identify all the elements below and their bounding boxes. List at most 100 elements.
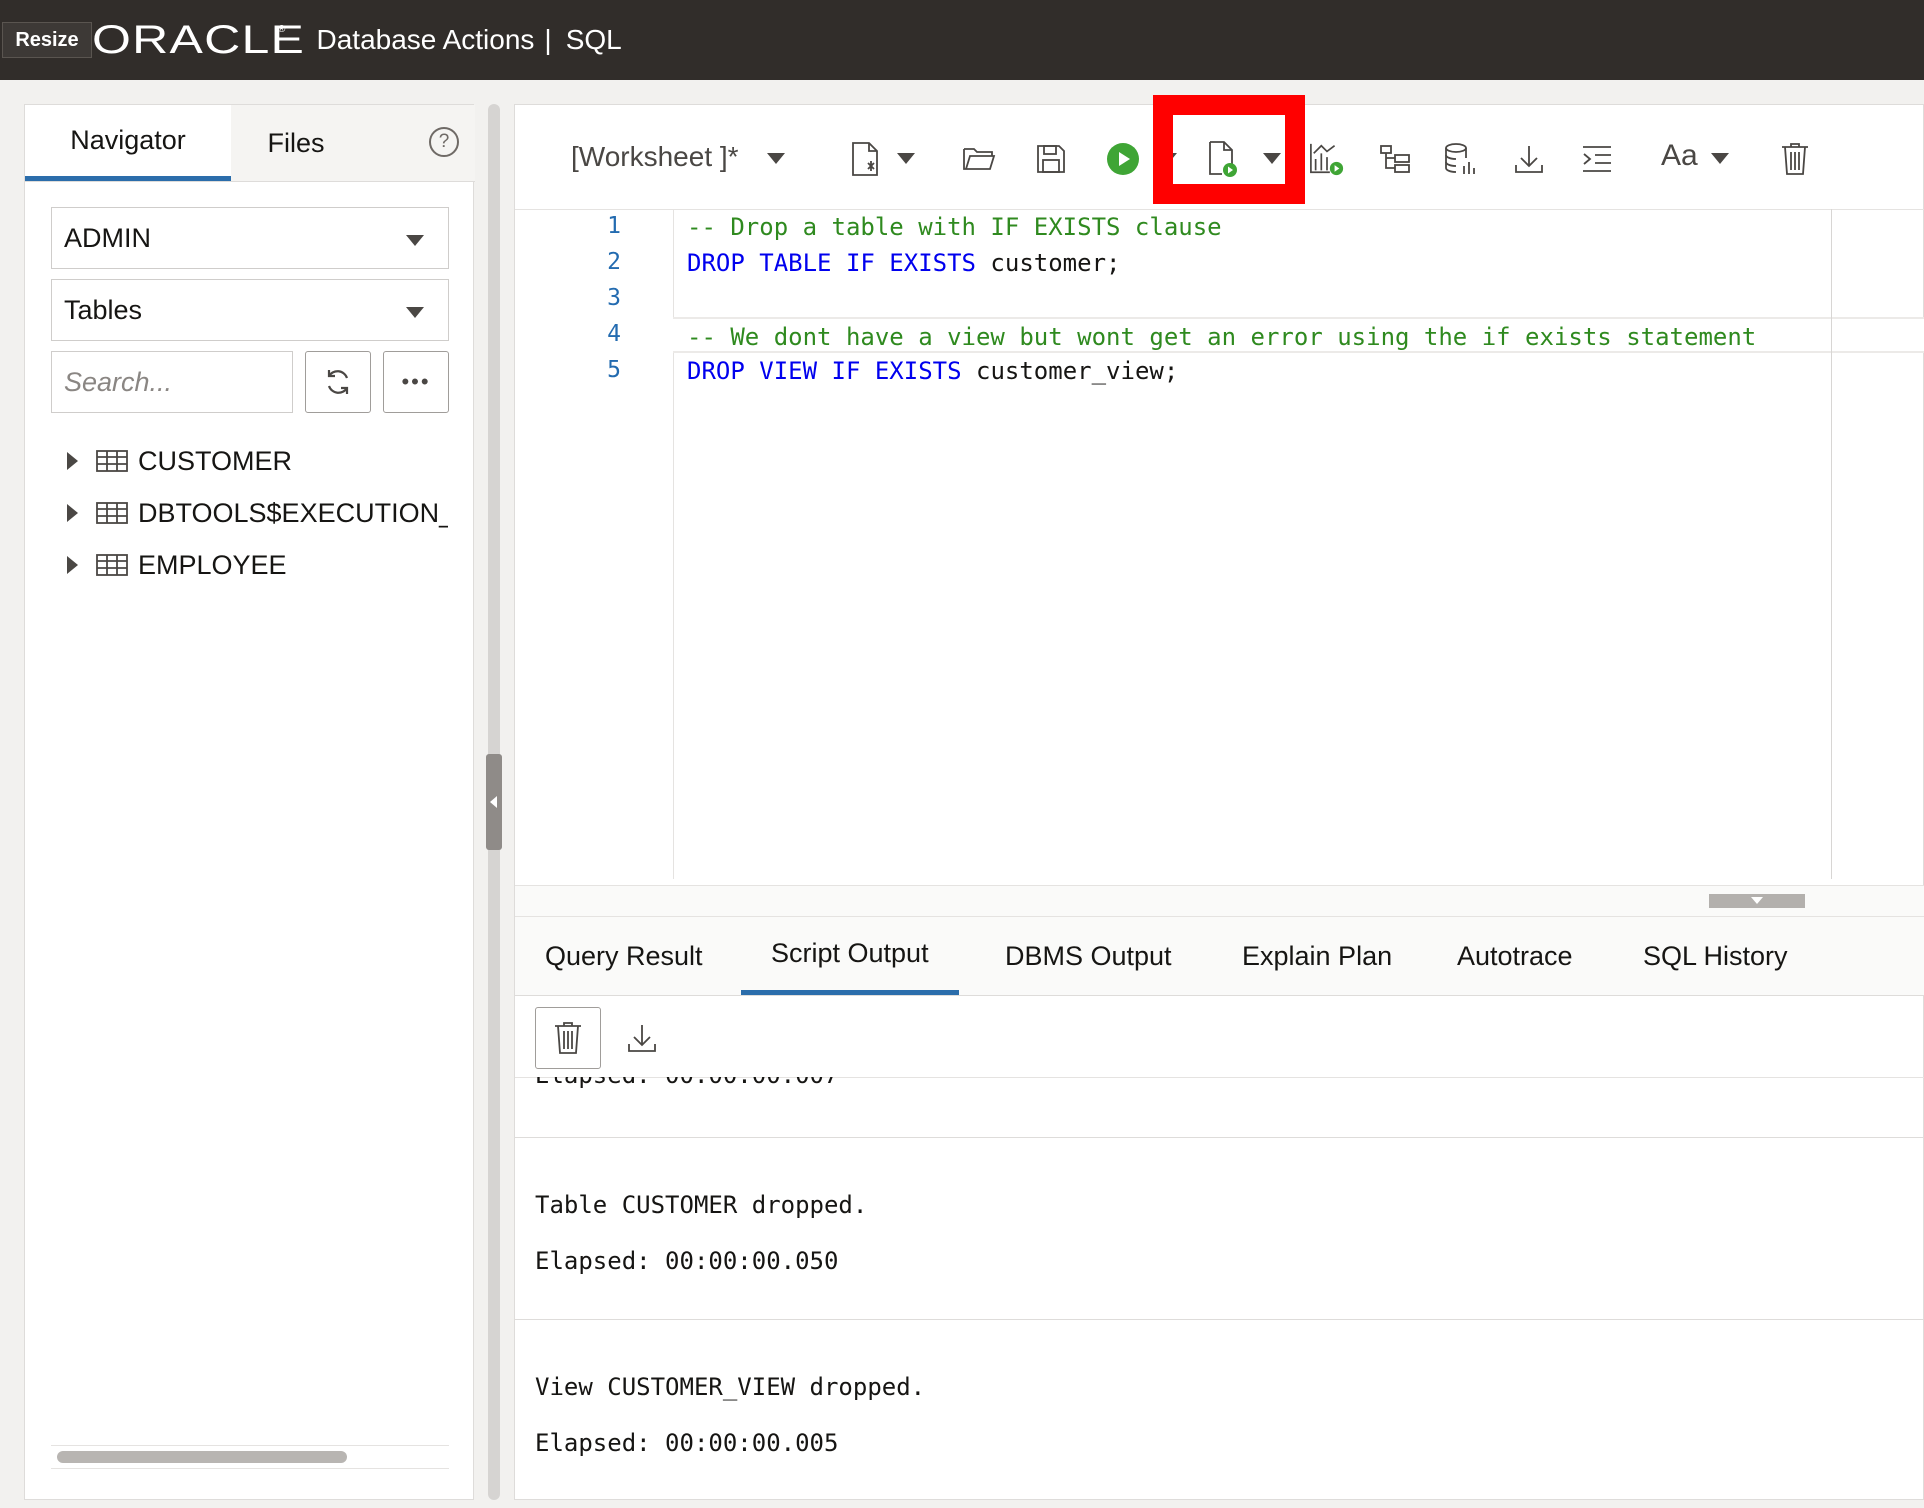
sql-tuning-button[interactable] [1443, 141, 1479, 177]
sql-comment: -- Drop a table with IF EXISTS clause [687, 213, 1222, 241]
expand-arrow-icon[interactable] [67, 556, 78, 574]
object-type-select[interactable]: Tables [51, 279, 449, 341]
top-bar: Resize ORACLE ® Database Actions | SQL [0, 0, 1924, 80]
navigator-tabs: Navigator Files ? [25, 105, 475, 182]
output-tabs: Query Result Script Output DBMS Output E… [515, 917, 1924, 996]
save-button[interactable] [1033, 141, 1069, 177]
tab-explain-plan[interactable]: Explain Plan [1242, 917, 1392, 995]
scrollbar-thumb[interactable] [57, 1451, 347, 1463]
script-output: Elapsed: 00:00:00.007 Table CUSTOMER dro… [515, 1077, 1924, 1497]
new-worksheet-button[interactable] [847, 141, 883, 177]
sql-comment: -- We dont have a view but wont get an e… [687, 323, 1757, 351]
tab-sql-history[interactable]: SQL History [1643, 917, 1788, 995]
download-output-button[interactable] [609, 1007, 675, 1069]
indent-icon [1583, 146, 1611, 172]
output-separator [515, 1319, 1924, 1320]
tree-item-customer[interactable]: CUSTOMER [67, 441, 292, 481]
code-line[interactable] [673, 281, 1847, 317]
output-separator [515, 1137, 1924, 1138]
code-line[interactable]: DROP TABLE IF EXISTS customer; [673, 245, 1847, 281]
title-separator: | [544, 24, 552, 55]
resize-button[interactable]: Resize [2, 22, 92, 58]
collapse-panel-handle[interactable] [486, 754, 502, 850]
output-toolbar [515, 995, 1924, 1078]
tree-plan-icon [1380, 145, 1410, 173]
tree-item-employee[interactable]: EMPLOYEE [67, 545, 287, 585]
logo-registered-mark: ® [278, 24, 286, 35]
tab-navigator[interactable]: Navigator [25, 105, 231, 181]
more-options-button[interactable]: ••• [383, 351, 449, 413]
help-icon[interactable]: ? [429, 127, 459, 157]
sql-identifier: customer; [975, 249, 1121, 277]
sql-keyword: DROP TABLE IF EXISTS [687, 249, 976, 277]
tree-item-dbtools-execution[interactable]: DBTOOLS$EXECUTION_ [67, 493, 448, 533]
editor-output-splitter[interactable] [515, 885, 1924, 917]
tree-item-label: DBTOOLS$EXECUTION_ [138, 497, 448, 528]
table-icon [96, 502, 128, 524]
code-editor[interactable]: 1 2 3 4 5 -- Drop a table with IF EXISTS… [515, 209, 1924, 879]
line-number: 5 [607, 357, 621, 383]
worksheet-title[interactable]: [Worksheet ]* [571, 141, 739, 173]
download-icon [1515, 146, 1543, 173]
navigator-panel: Navigator Files ? ADMIN Tables ••• CUSTO… [24, 104, 475, 1500]
tree-item-label: EMPLOYEE [138, 549, 287, 580]
worksheet-menu-chevron-icon[interactable] [767, 153, 785, 164]
table-icon [96, 554, 128, 576]
tab-query-result[interactable]: Query Result [545, 917, 703, 995]
run-statement-button[interactable] [1105, 141, 1141, 177]
section-title: SQL [565, 24, 622, 55]
collapse-output-handle[interactable] [1709, 894, 1805, 908]
tab-dbms-output[interactable]: DBMS Output [1005, 917, 1172, 995]
output-elapsed: Elapsed: 00:00:00.050 [535, 1247, 839, 1275]
clear-output-button[interactable] [535, 1007, 601, 1069]
code-line-current[interactable]: -- We dont have a view but wont get an e… [673, 317, 1924, 353]
horizontal-scrollbar[interactable] [51, 1445, 449, 1469]
chevron-down-icon [406, 235, 424, 246]
schema-select[interactable]: ADMIN [51, 207, 449, 269]
expand-arrow-icon[interactable] [67, 504, 78, 522]
line-number: 2 [607, 249, 621, 275]
brand: ORACLE ® Database Actions | SQL [92, 18, 622, 62]
code-line[interactable]: -- Drop a table with IF EXISTS clause [673, 209, 1847, 245]
table-icon [96, 450, 128, 472]
chart-run-icon [1310, 143, 1344, 176]
play-icon [1107, 143, 1139, 175]
output-line-cut: Elapsed: 00:00:00.007 [535, 1077, 838, 1089]
explain-plan-button[interactable] [1377, 141, 1413, 177]
clear-button[interactable] [1777, 141, 1813, 177]
worksheet-panel: [Worksheet ]* Aa 1 2 3 4 5 -- Drop a tab… [514, 104, 1924, 1500]
line-number: 1 [607, 213, 621, 239]
format-button[interactable] [1579, 141, 1615, 177]
search-input[interactable] [51, 351, 293, 413]
sql-identifier: customer_view; [961, 357, 1179, 385]
schema-select-value: ADMIN [64, 222, 151, 253]
open-button[interactable] [961, 141, 997, 177]
folder-open-icon [963, 148, 996, 170]
trash-icon [555, 1022, 581, 1054]
expand-arrow-icon[interactable] [67, 452, 78, 470]
tree-item-label: CUSTOMER [138, 445, 293, 476]
database-chart-icon [1445, 143, 1475, 174]
tab-script-output[interactable]: Script Output [741, 917, 959, 995]
output-message: View CUSTOMER_VIEW dropped. [535, 1373, 926, 1401]
line-number: 3 [607, 285, 621, 311]
chevron-down-icon [406, 307, 424, 318]
line-number: 4 [607, 321, 621, 347]
tab-files[interactable]: Files [231, 105, 361, 181]
font-size-button[interactable]: Aa [1661, 139, 1698, 173]
run-script-highlight [1153, 95, 1305, 204]
new-file-icon [852, 142, 878, 176]
code-line[interactable]: DROP VIEW IF EXISTS customer_view; [673, 353, 1847, 389]
refresh-button[interactable] [305, 351, 371, 413]
download-icon [628, 1025, 656, 1052]
line-number-gutter: 1 2 3 4 5 [515, 209, 674, 879]
output-message: Table CUSTOMER dropped. [535, 1191, 868, 1219]
print-margin-line [1831, 209, 1832, 879]
font-size-chevron-icon[interactable] [1711, 153, 1729, 164]
app-title: Database Actions [316, 24, 535, 55]
output-elapsed: Elapsed: 00:00:00.005 [535, 1429, 839, 1457]
download-button[interactable] [1511, 141, 1547, 177]
autotrace-button[interactable] [1309, 141, 1345, 177]
new-worksheet-chevron-icon[interactable] [897, 153, 915, 164]
tab-autotrace[interactable]: Autotrace [1457, 917, 1573, 995]
